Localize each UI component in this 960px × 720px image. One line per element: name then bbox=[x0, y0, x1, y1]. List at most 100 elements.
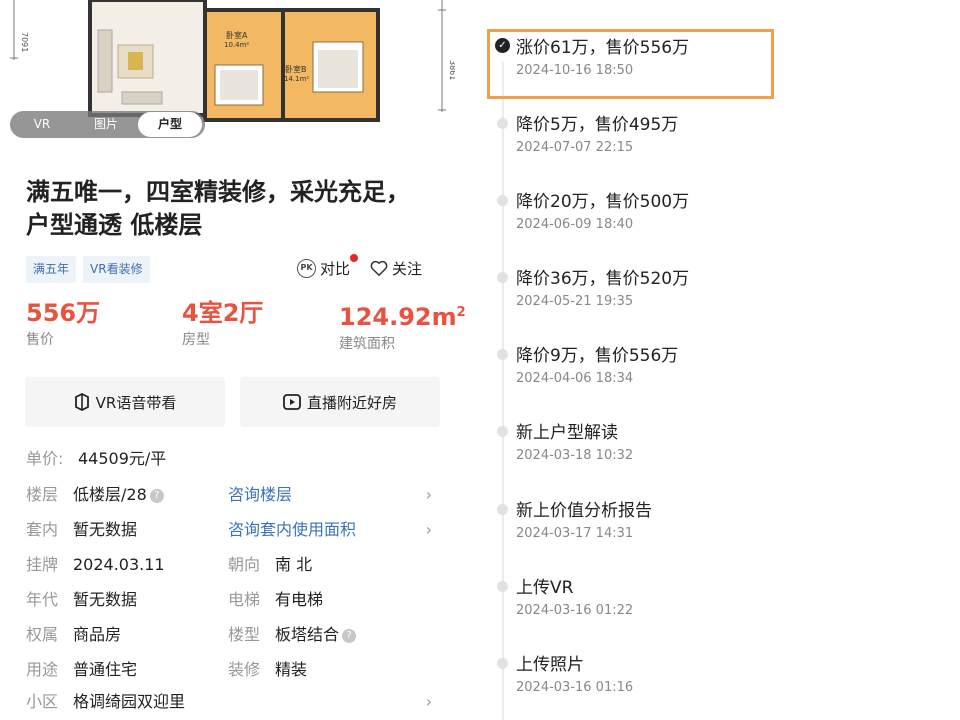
layout-value: 4室2厅 bbox=[182, 299, 264, 327]
timeline-dot bbox=[497, 349, 508, 360]
row-rights: 权属 商品房 楼型 板塔结合? bbox=[26, 622, 446, 647]
play-icon bbox=[283, 394, 301, 410]
listing-actions: PK 对比 关注 bbox=[297, 254, 422, 279]
decoration-key: 装修 bbox=[228, 660, 261, 679]
rights-key: 权属 bbox=[26, 625, 59, 644]
elevator-value: 有电梯 bbox=[275, 590, 324, 609]
timeline-dot bbox=[497, 272, 508, 283]
tag-vr-decoration[interactable]: VR看装修 bbox=[83, 256, 150, 283]
community-value: 格调绮园双迎里 bbox=[73, 692, 186, 711]
price-value: 556万 bbox=[26, 299, 101, 327]
help-icon[interactable]: ? bbox=[342, 628, 357, 643]
timeline-event-date: 2024-03-18 10:32 bbox=[516, 448, 634, 463]
inner-key: 套内 bbox=[26, 520, 59, 539]
media-tab-switcher: VR 图片 户型 bbox=[10, 111, 205, 138]
timeline-event: 降价20万，售价500万 2024-06-09 18:40 bbox=[485, 181, 785, 241]
decoration-value: 精装 bbox=[275, 660, 308, 679]
timeline-event-title: 新上价值分析报告 bbox=[516, 501, 652, 521]
consult-inner-area-link[interactable]: 咨询套内使用面积 bbox=[228, 517, 356, 542]
help-icon[interactable]: ? bbox=[149, 488, 164, 503]
row-unit-price: 单价: 44509元/平 bbox=[26, 446, 446, 471]
listing-title: 满五唯一，四室精装修，采光充足，户型通透 低楼层 bbox=[26, 178, 410, 239]
row-community[interactable]: 小区 格调绮园双迎里 › bbox=[26, 689, 446, 714]
stat-price: 556万 售价 bbox=[26, 298, 100, 350]
timeline-event-date: 2024-05-21 19:35 bbox=[516, 294, 634, 309]
dim-right-label: 3861 bbox=[448, 60, 455, 80]
timeline-event: 上传照片 2024-03-16 01:16 bbox=[485, 644, 785, 704]
unit-price-value: 44509元/平 bbox=[78, 449, 167, 468]
row-listed: 挂牌 2024.03.11 朝向 南 北 bbox=[26, 552, 446, 577]
timeline-event-date: 2024-03-17 14:31 bbox=[516, 526, 634, 541]
unit-price-key: 单价: bbox=[26, 449, 64, 468]
timeline-event-title: 降价36万，售价520万 bbox=[516, 269, 690, 289]
price-history-timeline: ✓ 涨价61万，售价556万 2024-10-16 18:50 降价5万，售价495万… bbox=[485, 0, 960, 720]
chevron-right-icon[interactable]: › bbox=[426, 517, 432, 542]
tab-photos[interactable]: 图片 bbox=[74, 111, 138, 138]
timeline-event: 上传VR 2024-03-16 01:22 bbox=[485, 567, 785, 627]
timeline-event-title: 降价5万，售价495万 bbox=[516, 115, 679, 135]
timeline-event-date: 2024-03-16 01:16 bbox=[516, 680, 634, 695]
timeline-event: 降价9万，售价556万 2024-04-06 18:34 bbox=[485, 335, 785, 395]
timeline-event-title: 上传照片 bbox=[516, 655, 584, 675]
timeline-dot bbox=[497, 504, 508, 515]
floor-key: 楼层 bbox=[26, 485, 59, 504]
area-value: 124.92m2 bbox=[339, 303, 465, 331]
tab-floorplan[interactable]: 户型 bbox=[138, 112, 202, 137]
orientation-value: 南 北 bbox=[275, 555, 313, 574]
timeline-event-date: 2024-07-07 22:15 bbox=[516, 140, 634, 155]
room-b-name: 卧室B bbox=[285, 64, 307, 74]
timeline-dot bbox=[497, 581, 508, 592]
timeline-event-date: 2024-03-16 01:22 bbox=[516, 603, 634, 618]
chevron-right-icon[interactable]: › bbox=[426, 689, 432, 714]
compare-button[interactable]: PK 对比 bbox=[297, 254, 359, 279]
room-b-area: 14.1m² bbox=[284, 75, 309, 83]
elevator-key: 电梯 bbox=[228, 590, 261, 609]
price-label: 售价 bbox=[26, 332, 54, 348]
pk-icon: PK bbox=[297, 259, 316, 278]
follow-button[interactable]: 关注 bbox=[370, 258, 422, 279]
heart-icon bbox=[370, 260, 388, 276]
layout-label: 房型 bbox=[182, 332, 210, 348]
follow-label: 关注 bbox=[392, 260, 423, 278]
timeline-event-title: 降价9万，售价556万 bbox=[516, 346, 679, 366]
timeline-dot bbox=[497, 118, 508, 129]
timeline-dot bbox=[497, 195, 508, 206]
area-label: 建筑面积 bbox=[339, 336, 395, 352]
notification-dot bbox=[350, 254, 359, 262]
room-a-area: 10.4m² bbox=[224, 41, 249, 49]
timeline-event-title: 新上户型解读 bbox=[516, 423, 618, 443]
live-nearby-label: 直播附近好房 bbox=[306, 393, 397, 412]
compare-label: 对比 bbox=[320, 260, 351, 278]
vr-tour-label: VR语音带看 bbox=[95, 393, 177, 412]
timeline-event: 降价5万，售价495万 2024-07-07 22:15 bbox=[485, 104, 785, 164]
timeline-event: 降价36万，售价520万 2024-05-21 19:35 bbox=[485, 258, 785, 318]
timeline-event: 新上价值分析报告 2024-03-17 14:31 bbox=[485, 490, 785, 550]
stat-area: 124.92m2 建筑面积 bbox=[339, 298, 465, 354]
chevron-right-icon[interactable]: › bbox=[426, 482, 432, 507]
listed-value: 2024.03.11 bbox=[73, 555, 165, 574]
usage-value: 普通住宅 bbox=[73, 660, 138, 679]
year-key: 年代 bbox=[26, 590, 59, 609]
row-year: 年代 暂无数据 电梯 有电梯 bbox=[26, 587, 446, 612]
consult-floor-link[interactable]: 咨询楼层 bbox=[228, 482, 292, 507]
row-usage: 用途 普通住宅 装修 精装 bbox=[26, 657, 446, 682]
timeline-event-date: 2024-04-06 18:34 bbox=[516, 371, 634, 386]
vr-tour-button[interactable]: VR语音带看 bbox=[25, 377, 225, 427]
highlight-box bbox=[487, 29, 774, 99]
usage-key: 用途 bbox=[26, 660, 59, 679]
live-nearby-button[interactable]: 直播附近好房 bbox=[240, 377, 440, 427]
row-inner-area: 套内 暂无数据 咨询套内使用面积 › bbox=[26, 517, 446, 542]
inner-value: 暂无数据 bbox=[73, 520, 138, 539]
listing-tags: 满五年 VR看装修 bbox=[26, 256, 150, 283]
floor-value: 低楼层/28? bbox=[73, 482, 164, 507]
timeline-dot bbox=[497, 658, 508, 669]
timeline-dot bbox=[497, 426, 508, 437]
timeline-event-title: 上传VR bbox=[516, 578, 574, 598]
room-a-name: 卧室A bbox=[226, 30, 248, 40]
timeline-event: 新上户型解读 2024-03-18 10:32 bbox=[485, 412, 785, 472]
tab-vr[interactable]: VR bbox=[10, 111, 74, 138]
vr-cube-icon bbox=[74, 393, 89, 411]
rights-value: 商品房 bbox=[73, 625, 122, 644]
dim-left-label: 7091 bbox=[20, 32, 29, 52]
tag-five-years: 满五年 bbox=[26, 256, 77, 283]
